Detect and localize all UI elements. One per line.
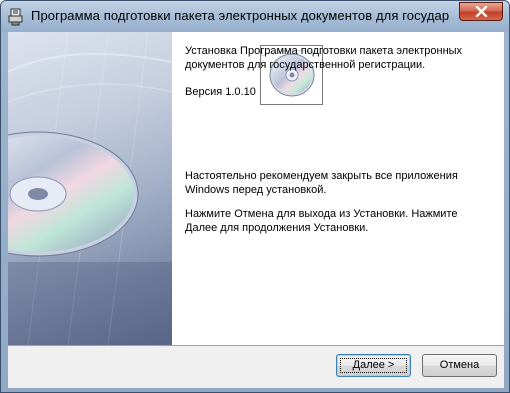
next-button-label: Далее > (352, 359, 395, 371)
navigation-instructions: Нажмите Отмена для выхода из Установки. … (185, 208, 458, 234)
setup-heading: Установка Программа подготовки пакета эл… (185, 45, 463, 71)
cd-disc-icon (8, 131, 139, 257)
close-icon (475, 6, 488, 17)
side-banner-image (8, 32, 172, 345)
next-button[interactable]: Далее > (336, 354, 411, 377)
button-bar: Далее > Отмена (8, 345, 504, 388)
window-title: Программа подготовки пакета электронных … (31, 8, 449, 23)
close-apps-recommendation: Настоятельно рекомендуем закрыть все при… (185, 170, 458, 196)
version-label: Версия 1.0.10 (185, 86, 256, 98)
close-button[interactable] (459, 2, 503, 21)
title-bar[interactable]: Программа подготовки пакета электронных … (1, 1, 509, 32)
cancel-button-label: Отмена (439, 359, 480, 371)
cancel-button[interactable]: Отмена (422, 354, 497, 377)
welcome-content: Установка Программа подготовки пакета эл… (172, 32, 504, 345)
dialog-client-area: Установка Программа подготовки пакета эл… (8, 32, 504, 388)
installer-window: Программа подготовки пакета электронных … (0, 0, 510, 393)
installer-icon (7, 8, 25, 26)
